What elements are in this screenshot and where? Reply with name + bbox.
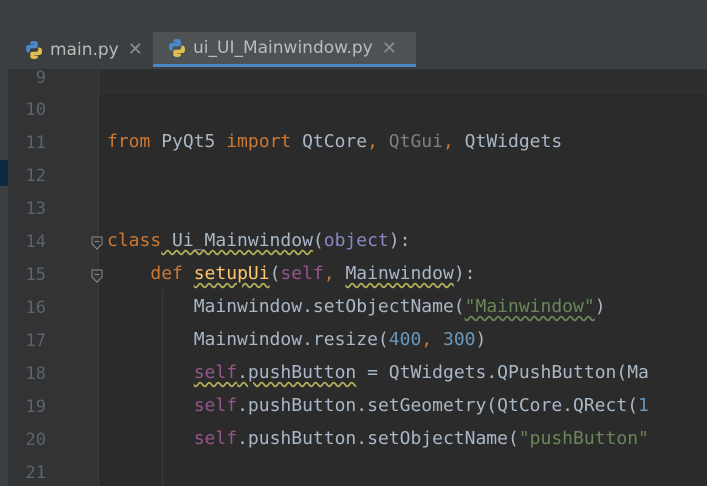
keyword: import (226, 131, 292, 152)
close-icon[interactable]: ✕ (128, 39, 143, 60)
code-line-17[interactable]: Mainwindow.resize(400, 300) (107, 329, 487, 350)
line-number: 14 (25, 232, 46, 252)
editor-tab-bar: main.py ✕ ui_UI_Mainwindow.py ✕ (8, 0, 707, 70)
code-text: ( (312, 230, 324, 251)
code-text: ): (453, 263, 476, 284)
number-literal: 1 (638, 395, 649, 416)
line-number: 17 (25, 331, 46, 351)
string-literal: "pushButton" (518, 428, 649, 449)
indent-guide (162, 290, 163, 486)
code-line-14[interactable]: class Ui_Mainwindow(object): (107, 230, 410, 251)
line-number: 15 (25, 265, 46, 285)
code-text: ) (594, 296, 606, 317)
code-text: QtCore (291, 131, 368, 152)
code-text: = QtWidgets.QPushButton(Ma (356, 362, 649, 383)
current-line-highlight (99, 70, 707, 93)
number-literal: 300 (442, 329, 476, 350)
function-name: setupUi (193, 263, 270, 284)
code-text: .pushButton.setObjectName( (237, 428, 519, 449)
code-text: self (193, 362, 238, 383)
code-text: ( (269, 263, 281, 284)
code-text: QtWidgets (453, 131, 563, 152)
code-text: Mainwindow.setObjectName( (193, 296, 465, 317)
tab-label: main.py (50, 39, 119, 60)
code-line-16[interactable]: Mainwindow.setObjectName("Mainwindow") (107, 296, 606, 317)
tab-ui-mainwindow-py[interactable]: ui_UI_Mainwindow.py ✕ (153, 32, 416, 67)
code-text: Mainwindow (345, 263, 454, 284)
close-icon[interactable]: ✕ (382, 38, 397, 59)
code-text: ) (475, 329, 487, 350)
ide-window: main.py ✕ ui_UI_Mainwindow.py ✕ 9 10 11 … (0, 0, 707, 486)
code-line-20[interactable]: self.pushButton.setObjectName("pushButto… (107, 428, 649, 449)
project-selected-row[interactable] (0, 160, 8, 186)
code-line-15[interactable]: def setupUi(self, Mainwindow): (107, 263, 476, 284)
code-line-11[interactable]: from PyQt5 import QtCore, QtGui, QtWidge… (107, 131, 562, 152)
code-line-19[interactable]: self.pushButton.setGeometry(QtCore.QRect… (107, 395, 649, 416)
code-text: self (280, 263, 324, 284)
code-text: object (323, 230, 389, 251)
line-number: 9 (35, 68, 46, 88)
line-number: 10 (25, 100, 46, 120)
line-number: 20 (25, 430, 46, 450)
fold-toggle-icon[interactable] (91, 236, 103, 250)
line-number: 13 (25, 199, 46, 219)
line-number: 18 (25, 364, 46, 384)
line-number: 12 (25, 166, 46, 186)
line-number: 21 (25, 463, 46, 483)
tab-main-py[interactable]: main.py ✕ (24, 32, 143, 67)
code-text: Ui_Mainwindow (161, 230, 313, 251)
code-text: self (193, 428, 238, 449)
code-text: .pushButton (237, 362, 357, 383)
code-text: , (323, 263, 346, 284)
string-literal: "Mainwindow" (464, 296, 595, 317)
keyword: class (107, 230, 162, 251)
python-file-icon (24, 40, 44, 60)
code-text: , (421, 329, 443, 350)
code-text: ): (388, 230, 411, 251)
python-file-icon (167, 38, 187, 58)
keyword: def (150, 263, 183, 284)
keyword: from (107, 131, 151, 152)
fold-toggle-icon[interactable] (91, 269, 103, 283)
code-editor[interactable]: 9 10 11 12 13 14 15 16 17 18 19 20 21 fr… (8, 68, 707, 486)
code-text: self (193, 395, 238, 416)
tab-label: ui_UI_Mainwindow.py (193, 38, 373, 58)
code-text: PyQt5 (150, 131, 227, 152)
line-number: 16 (25, 298, 46, 318)
number-literal: 400 (388, 329, 422, 350)
line-number: 11 (25, 133, 46, 153)
code-text: QtGui (377, 131, 443, 152)
code-line-18[interactable]: self.pushButton = QtWidgets.QPushButton(… (107, 362, 649, 383)
code-text: .pushButton.setGeometry(QtCore.QRect( (237, 395, 639, 416)
code-text: , (367, 131, 378, 152)
code-text: , (442, 131, 454, 152)
line-number: 19 (25, 397, 46, 417)
code-text: Mainwindow.resize( (193, 329, 389, 350)
